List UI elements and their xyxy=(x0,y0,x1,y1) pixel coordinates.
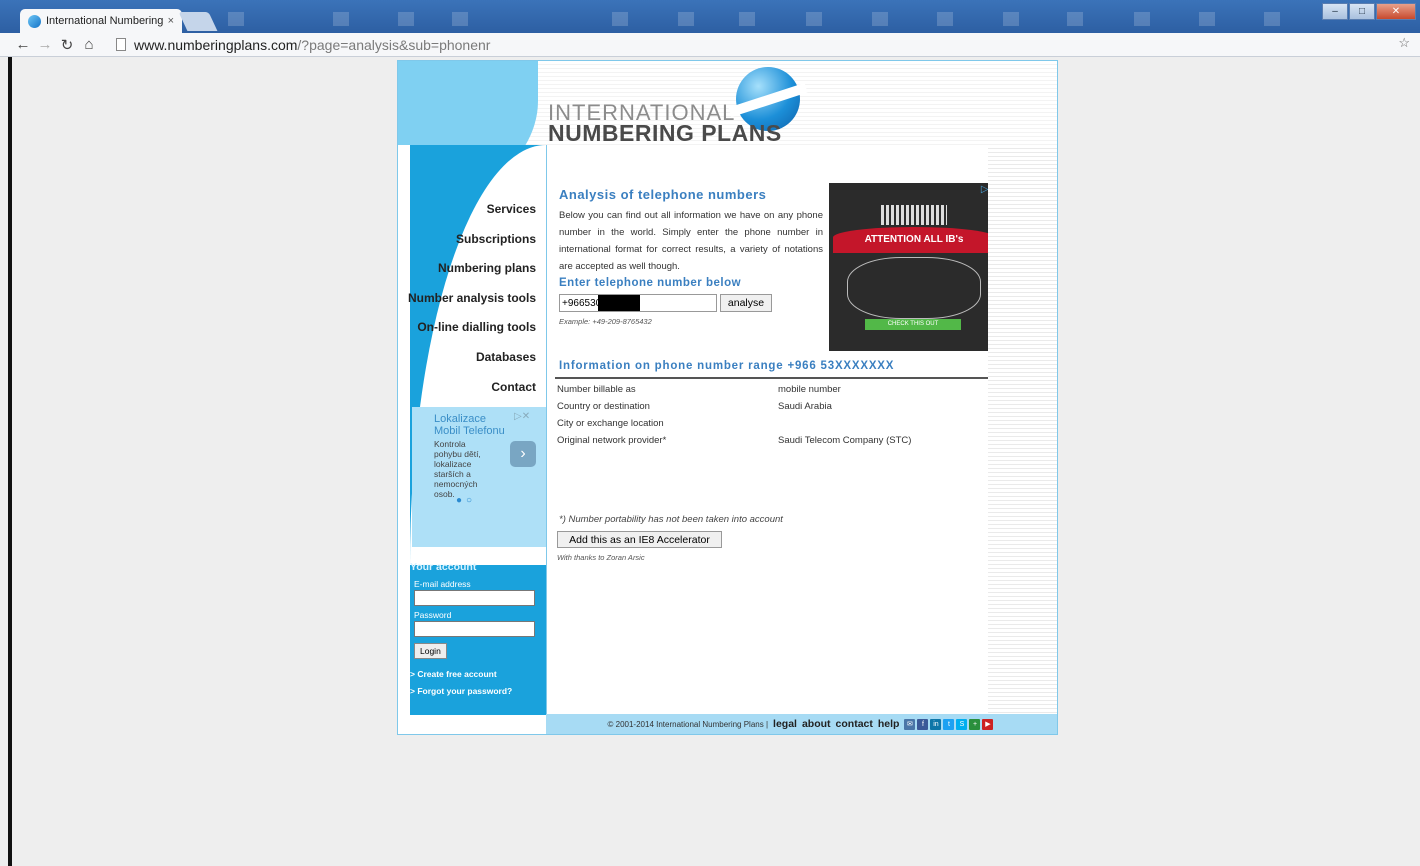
thanks-note: With thanks to Zoran Arsic xyxy=(557,553,645,562)
twitter-icon[interactable]: t xyxy=(943,718,955,730)
table-row: Country or destination Saudi Arabia xyxy=(557,398,997,415)
linkedin-icon[interactable]: in xyxy=(930,718,942,730)
info-key: Country or destination xyxy=(557,401,650,412)
skyline-graphic xyxy=(881,205,947,225)
social-links: ✉ f in t S + ▶ xyxy=(904,718,995,730)
info-key: City or exchange location xyxy=(557,418,664,429)
email-label: E-mail address xyxy=(414,579,471,589)
main-nav: Services Subscriptions Numbering plans N… xyxy=(408,201,536,408)
sidebar: Services Subscriptions Numbering plans N… xyxy=(398,145,546,734)
info-value: Saudi Telecom Company (STC) xyxy=(778,435,912,446)
maximize-button[interactable]: □ xyxy=(1349,3,1375,20)
sidebar-advertisement[interactable]: Lokalizace Mobil Telefonu ▷✕ Kontrola po… xyxy=(412,407,546,547)
nav-number-analysis-tools[interactable]: Number analysis tools xyxy=(408,290,536,320)
back-arrow-icon[interactable]: ← xyxy=(12,36,34,53)
plus-share-icon[interactable]: + xyxy=(969,718,981,730)
side-ad-text: Kontrola pohybu dětí, lokalizace staršíc… xyxy=(434,439,481,499)
main-content: Analysis of telephone numbers Below you … xyxy=(546,145,999,715)
logo-line2: NUMBERING PLANS xyxy=(548,120,782,145)
create-account-link[interactable]: > Create free account xyxy=(410,669,546,679)
copyright-text: © 2001-2014 International Numbering Plan… xyxy=(607,719,769,729)
footer-about-link[interactable]: about xyxy=(802,718,831,730)
table-row: Original network provider* Saudi Telecom… xyxy=(557,432,997,449)
page-title: Analysis of telephone numbers xyxy=(559,187,767,202)
info-value: Saudi Arabia xyxy=(778,401,832,412)
home-icon[interactable]: ⌂ xyxy=(78,36,100,53)
minimize-button[interactable]: – xyxy=(1322,3,1348,20)
nav-subscriptions[interactable]: Subscriptions xyxy=(408,231,536,261)
right-decoration xyxy=(988,145,1057,715)
forward-arrow-icon[interactable]: → xyxy=(34,36,56,53)
tab-title: International Numbering xyxy=(46,15,164,27)
sidebar-footer xyxy=(410,715,546,734)
footer-contact-link[interactable]: contact xyxy=(836,718,873,730)
browser-toolbar: ← → ↻ ⌂ www.numberingplans.com /?page=an… xyxy=(0,33,1420,57)
adchoices-icon[interactable]: ▷✕ xyxy=(514,411,530,422)
footer-help-link[interactable]: help xyxy=(878,718,900,730)
facebook-icon[interactable]: f xyxy=(917,718,929,730)
youtube-icon[interactable]: ▶ xyxy=(982,718,994,730)
email-field[interactable] xyxy=(414,590,535,606)
account-title: Your account xyxy=(410,561,477,573)
banner-advertisement[interactable]: ▷✕ ATTENTION ALL IB's CHECK THIS OUT xyxy=(829,183,999,351)
nav-online-dialling-tools[interactable]: On-line dialling tools xyxy=(408,319,536,349)
login-button[interactable]: Login xyxy=(414,643,447,659)
site-logo[interactable]: INTERNATIONAL NUMBERING PLANS xyxy=(548,67,818,145)
url-host: www.numberingplans.com xyxy=(134,36,298,53)
header-decoration xyxy=(398,61,538,145)
ie8-accelerator-button[interactable]: Add this as an IE8 Accelerator xyxy=(557,531,722,548)
info-table: Number billable as mobile number Country… xyxy=(557,381,997,449)
page-icon xyxy=(116,38,126,51)
side-ad-title[interactable]: Lokalizace Mobil Telefonu xyxy=(434,413,514,437)
footer-legal-link[interactable]: legal xyxy=(773,718,797,730)
globe-favicon-icon xyxy=(28,14,41,28)
bookmark-star-icon[interactable]: ☆ xyxy=(1398,35,1410,51)
table-row: Number billable as mobile number xyxy=(557,381,997,398)
nav-databases[interactable]: Databases xyxy=(408,349,536,379)
nav-numbering-plans[interactable]: Numbering plans xyxy=(408,260,536,290)
password-label: Password xyxy=(414,610,452,620)
analyse-button[interactable]: analyse xyxy=(720,294,772,312)
chevron-right-icon[interactable]: › xyxy=(510,441,536,467)
url-path: /?page=analysis&sub=phonenr xyxy=(297,36,491,53)
browser-titlebar: International Numbering × – □ ✕ xyxy=(0,0,1420,33)
address-bar[interactable]: www.numberingplans.com /?page=analysis&s… xyxy=(116,35,1416,54)
ad-cta-button[interactable]: CHECK THIS OUT xyxy=(865,319,961,330)
redacted-block xyxy=(598,295,640,311)
vk-icon[interactable]: ✉ xyxy=(904,718,916,730)
browser-tab[interactable]: International Numbering × xyxy=(20,9,182,33)
enter-number-heading: Enter telephone number below xyxy=(559,277,742,289)
nav-services[interactable]: Services xyxy=(408,201,536,231)
website-frame: INTERNATIONAL NUMBERING PLANS Services S… xyxy=(397,60,1058,735)
info-key: Number billable as xyxy=(557,384,636,395)
site-footer: © 2001-2014 International Numbering Plan… xyxy=(546,714,1057,734)
info-divider xyxy=(555,377,999,379)
info-value: mobile number xyxy=(778,384,841,395)
window-controls: – □ ✕ xyxy=(1321,3,1416,20)
reload-icon[interactable]: ↻ xyxy=(56,36,78,54)
portability-note: *) Number portability has not been taken… xyxy=(559,514,783,525)
example-hint: Example: +49-209-8765432 xyxy=(559,317,652,326)
skype-icon[interactable]: S xyxy=(956,718,968,730)
site-header: INTERNATIONAL NUMBERING PLANS xyxy=(398,61,1057,145)
nav-contact[interactable]: Contact xyxy=(408,379,536,409)
forgot-password-link[interactable]: > Forgot your password? xyxy=(410,686,546,696)
table-row: City or exchange location xyxy=(557,415,997,432)
carousel-dots[interactable]: ●○ xyxy=(456,495,476,506)
password-field[interactable] xyxy=(414,621,535,637)
intro-text: Below you can find out all information w… xyxy=(559,210,823,272)
ad-ribbon: ATTENTION ALL IB's xyxy=(833,227,995,253)
account-panel: Your account E-mail address Password Log… xyxy=(410,561,546,696)
window-left-edge xyxy=(8,57,12,866)
info-heading: Information on phone number range +966 5… xyxy=(559,360,895,372)
close-tab-icon[interactable]: × xyxy=(168,15,174,27)
megaphone-graphic xyxy=(847,257,981,319)
close-window-button[interactable]: ✕ xyxy=(1376,3,1416,20)
info-key: Original network provider* xyxy=(557,435,667,446)
